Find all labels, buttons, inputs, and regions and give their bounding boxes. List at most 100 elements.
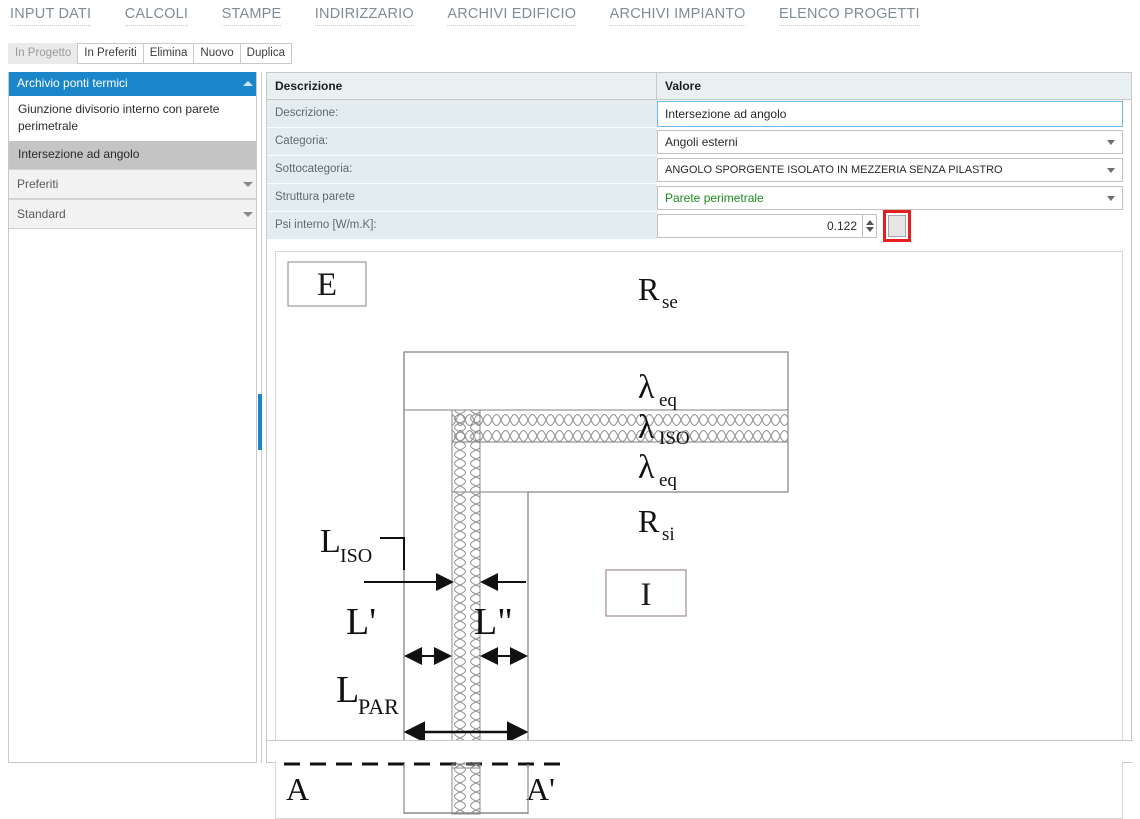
struttura-parete-selected-value: Parete perimetrale [665, 191, 764, 205]
exterior-legend-box: E [287, 261, 367, 307]
action-toolbar: In Progetto In Preferiti Elimina Nuovo D… [8, 43, 293, 64]
lambda-iso-subscript: ISO [659, 428, 690, 449]
duplica-button[interactable]: Duplica [239, 43, 293, 64]
row-value-struttura-parete: Parete perimetrale [657, 184, 1131, 212]
spinner-buttons[interactable] [862, 214, 877, 238]
sidebar-section-standard[interactable]: Standard [9, 199, 261, 229]
l-iso-symbol: L [320, 523, 341, 560]
wall-inner-layer [451, 441, 789, 493]
table-row: Struttura parete Parete perimetrale [267, 184, 1131, 212]
nav-item-elenco-progetti[interactable]: ELENCO PROGETTI [779, 0, 920, 26]
table-row: Sottocategoria: ANGOLO SPORGENTE ISOLATO… [267, 156, 1131, 184]
nav-item-archivi-edificio[interactable]: ARCHIVI EDIFICIO [447, 0, 577, 26]
l-double-prime-dimension: L" [474, 601, 528, 665]
spinner-down-icon[interactable] [865, 227, 874, 232]
row-label-descrizione: Descrizione: [267, 100, 657, 128]
chevron-down-icon[interactable] [1107, 196, 1115, 201]
sottocategoria-select[interactable]: ANGOLO SPORGENTE ISOLATO IN MEZZERIA SEN… [657, 158, 1123, 182]
nav-item-calcoli[interactable]: CALCOLI [124, 0, 189, 26]
l-iso-dimension: L ISO [320, 523, 526, 591]
chevron-down-icon[interactable] [243, 182, 253, 187]
nav-item-indirizzario[interactable]: INDIRIZZARIO [314, 0, 414, 26]
l-par-subscript: PAR [358, 694, 399, 719]
row-value-sottocategoria: ANGOLO SPORGENTE ISOLATO IN MEZZERIA SEN… [657, 156, 1131, 184]
column-header-descrizione: Descrizione [267, 73, 657, 99]
lambda-eq-subscript: eq [659, 390, 677, 411]
section-label-a-prime: A' [526, 771, 555, 807]
categoria-select[interactable]: Angoli esterni [657, 130, 1123, 154]
psi-interno-input[interactable]: 0.122 [657, 214, 862, 238]
sidebar-section-title: Preferiti [17, 177, 59, 191]
table-row: Categoria: Angoli esterni [267, 128, 1131, 156]
descrizione-input[interactable]: Intersezione ad angolo [657, 101, 1123, 127]
vertical-insulation-layer [451, 409, 481, 769]
property-grid: Descrizione Valore Descrizione: Intersez… [267, 73, 1131, 242]
chevron-down-icon[interactable] [243, 212, 253, 217]
interior-legend-box: I [605, 569, 687, 617]
horizontal-insulation-layer [451, 409, 789, 443]
row-label-psi-interno: Psi interno [W/m.K]: [267, 212, 657, 240]
nav-item-archivi-impianto[interactable]: ARCHIVI IMPIANTO [609, 0, 746, 26]
thermal-bridge-diagram: E R se λ eq λ ISO λ eq R si I L ISO L' L… [275, 251, 1123, 819]
row-value-categoria: Angoli esterni [657, 128, 1131, 156]
psi-calculator-button[interactable] [888, 215, 906, 237]
sidebar-section-body: Giunzione divisorio interno con parete p… [9, 96, 261, 169]
highlight-annotation [883, 210, 911, 242]
row-label-struttura-parete: Struttura parete [267, 184, 657, 212]
lambda-symbol: λ [638, 369, 655, 406]
wall-outer-layer [403, 351, 789, 411]
sottocategoria-selected-value: ANGOLO SPORGENTE ISOLATO IN MEZZERIA SEN… [665, 164, 1003, 176]
struttura-parete-select[interactable]: Parete perimetrale [657, 186, 1123, 210]
l-double-prime-label: L" [474, 601, 513, 643]
rse-subscript: se [662, 292, 678, 313]
spinner-up-icon[interactable] [865, 220, 874, 225]
rse-symbol: R [638, 271, 660, 307]
sidebar-section-archivio-ponti-termici[interactable]: Archivio ponti termici [9, 72, 261, 96]
archive-sidebar: Archivio ponti termici Giunzione divisor… [8, 72, 262, 763]
row-label-categoria: Categoria: [267, 128, 657, 156]
section-label-a: A [286, 771, 309, 807]
sidebar-section-title: Archivio ponti termici [17, 76, 128, 90]
sidebar-section-title: Standard [17, 207, 66, 221]
l-par-dimension: L PAR [336, 669, 529, 743]
vertical-insulation-lower [451, 763, 481, 815]
nuovo-button[interactable]: Nuovo [193, 43, 241, 64]
chevron-up-icon[interactable] [243, 81, 253, 86]
nav-item-stampe[interactable]: STAMPE [221, 0, 282, 26]
lambda-eq-top-label: λ eq [638, 369, 677, 411]
row-label-sottocategoria: Sottocategoria: [267, 156, 657, 184]
rsi-subscript: si [662, 524, 675, 545]
categoria-selected-value: Angoli esterni [665, 135, 738, 149]
chevron-down-icon[interactable] [1107, 140, 1115, 145]
l-prime-dimension: L' [346, 601, 452, 665]
chevron-down-icon[interactable] [1107, 168, 1115, 173]
detail-panel: Descrizione Valore Descrizione: Intersez… [266, 72, 1133, 819]
sidebar-section-preferiti[interactable]: Preferiti [9, 169, 261, 199]
section-line: A A' [284, 762, 566, 807]
lambda-symbol: λ [638, 449, 655, 486]
splitter-grip[interactable] [258, 394, 262, 450]
column-header-valore: Valore [665, 79, 702, 93]
thermal-bridge-drawing: E R se λ eq λ ISO λ eq R si I L ISO L' L… [284, 261, 789, 815]
l-prime-label: L' [346, 601, 376, 643]
table-row: Descrizione: Intersezione ad angolo [267, 100, 1131, 128]
property-grid-header: Descrizione Valore [267, 73, 1131, 100]
rse-label: R se [638, 271, 678, 313]
list-item[interactable]: Giunzione divisorio interno con parete p… [9, 96, 261, 141]
l-par-symbol: L [336, 669, 359, 711]
panel-footer [267, 740, 1133, 762]
lambda-eq-bottom-label: λ eq [638, 449, 677, 491]
row-value-descrizione: Intersezione ad angolo [657, 100, 1131, 128]
elimina-button[interactable]: Elimina [142, 43, 195, 64]
top-navigation-bar: INPUT DATI CALCOLI STAMPE INDIRIZZARIO A… [0, 0, 1140, 32]
rsi-label: R si [638, 503, 675, 545]
in-preferiti-button[interactable]: In Preferiti [77, 43, 144, 64]
interior-label: I [641, 577, 652, 613]
in-progetto-button: In Progetto [8, 43, 79, 64]
nav-item-input-dati[interactable]: INPUT DATI [10, 0, 92, 26]
table-row: Psi interno [W/m.K]: 0.122 [267, 210, 1131, 242]
l-iso-subscript: ISO [340, 545, 372, 567]
list-item[interactable]: Intersezione ad angolo [9, 141, 261, 169]
lambda-eq-subscript: eq [659, 470, 677, 491]
panel-splitter[interactable] [256, 72, 262, 763]
